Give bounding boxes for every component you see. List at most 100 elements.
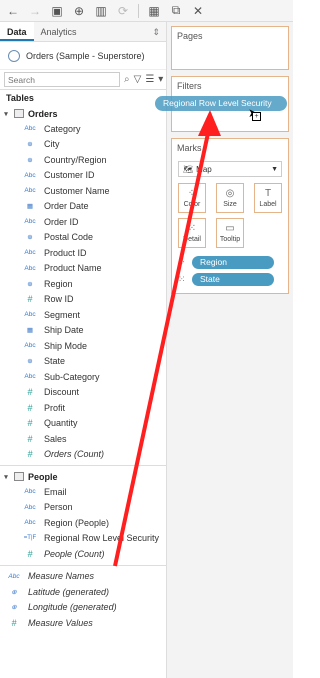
pane-menu-icon[interactable]: ⇕ [152, 22, 166, 41]
field-item[interactable]: Abc Product Name [0, 261, 166, 277]
search-icon[interactable]: ⌕ [124, 74, 130, 85]
field-item[interactable]: # Orders (Count) [0, 447, 166, 463]
pane-tabs: Data Analytics ⇕ [0, 22, 166, 42]
field-item[interactable]: Abc Order ID [0, 214, 166, 230]
globe-type-icon: ⊕ [11, 588, 17, 596]
number-type-icon: # [27, 433, 33, 444]
field-item[interactable]: # People (Count) [0, 546, 166, 562]
field-label: Region [44, 278, 73, 289]
field-label: Category [44, 123, 81, 134]
filter-icon[interactable]: ▽ [134, 74, 142, 85]
back-icon[interactable]: ← [4, 2, 22, 20]
marks-pill-row: ⁘ Region [178, 255, 274, 269]
search-input[interactable] [4, 72, 120, 87]
field-item[interactable]: Abc Sub-Category [0, 369, 166, 385]
clear-sheet-icon[interactable]: ✕ [189, 2, 207, 20]
marks-pill-row: ⁙ State [178, 272, 274, 286]
marks-title: Marks [177, 143, 202, 153]
field-item[interactable]: ▦ Ship Date [0, 323, 166, 339]
field-item[interactable]: ⊕ Region [0, 276, 166, 292]
field-item[interactable]: Abc Region (People) [0, 515, 166, 531]
table-name: Orders [28, 108, 58, 119]
field-item[interactable]: Abc Customer ID [0, 168, 166, 184]
field-item[interactable]: ⊕ State [0, 354, 166, 370]
field-item[interactable]: # Discount [0, 385, 166, 401]
field-item[interactable]: Abc Ship Mode [0, 338, 166, 354]
table-group-header[interactable]: ▾ People [0, 469, 166, 484]
refresh-icon[interactable]: ⟳ [114, 2, 132, 20]
color-icon: ⁘ [187, 188, 197, 199]
datasource-label: Orders (Sample - Superstore) [26, 50, 145, 61]
field-item[interactable]: Abc Customer Name [0, 183, 166, 199]
number-type-icon: # [27, 548, 33, 559]
field-item[interactable]: # Quantity [0, 416, 166, 432]
field-label: City [44, 139, 60, 150]
number-type-icon: # [27, 387, 33, 398]
field-label: Segment [44, 309, 81, 320]
pages-shelf[interactable]: Pages [171, 26, 289, 70]
table-group-header[interactable]: ▾ Orders [0, 106, 166, 121]
color-icon: ⁘ [178, 256, 186, 267]
caret-icon[interactable]: ▾ [2, 473, 10, 481]
field-label: Measure Names [28, 571, 95, 582]
size-button[interactable]: ◎ Size [216, 183, 244, 213]
tab-data[interactable]: Data [0, 22, 34, 41]
number-type-icon: # [27, 294, 33, 305]
field-item[interactable]: ⊕ Longitude (generated) [0, 600, 166, 616]
text-type-icon: Abc [24, 488, 36, 496]
calendar-type-icon: ▦ [26, 203, 34, 211]
forward-icon[interactable]: → [26, 2, 44, 20]
field-label: Postal Code [44, 232, 94, 243]
field-item[interactable]: Abc Measure Names [0, 569, 166, 585]
caret-icon[interactable]: ▾ [2, 110, 10, 118]
field-item[interactable]: ⊕ Country/Region [0, 152, 166, 168]
filters-title: Filters [177, 81, 202, 91]
field-item[interactable]: Abc Product ID [0, 245, 166, 261]
field-item[interactable]: # Row ID [0, 292, 166, 308]
mark-type-select[interactable]: 🗺 Map ▼ [178, 161, 282, 177]
field-item[interactable]: # Sales [0, 431, 166, 447]
pages-title: Pages [177, 31, 203, 41]
tooltip-button[interactable]: ▭ Tooltip [216, 218, 244, 248]
datasource-icon [8, 49, 20, 62]
state-pill[interactable]: State [192, 272, 274, 286]
size-label: Size [223, 201, 237, 208]
label-button[interactable]: T Label [254, 183, 282, 213]
field-item[interactable]: ⊕ Latitude (generated) [0, 584, 166, 600]
new-worksheet-icon[interactable]: ▦ [145, 2, 163, 20]
dropdown-icon[interactable]: ▾ [158, 74, 163, 85]
save-icon[interactable]: ▣ [48, 2, 66, 20]
field-item[interactable]: Abc Segment [0, 307, 166, 323]
region-pill[interactable]: Region [192, 255, 274, 269]
new-datasource-icon[interactable]: ⊕ [70, 2, 88, 20]
text-type-icon: Abc [24, 171, 36, 179]
field-label: Sub-Category [44, 371, 100, 382]
tooltip-label: Tooltip [219, 236, 241, 243]
toolbar: ← → ▣ ⊕ ▥ ⟳ ▦ ⧉ ✕ [0, 0, 293, 22]
duplicate-icon[interactable]: ⧉ [167, 2, 185, 20]
datasource-item[interactable]: Orders (Sample - Superstore) [0, 42, 166, 70]
dragged-field-pill[interactable]: Regional Row Level Security [155, 96, 287, 111]
label-icon: T [264, 188, 272, 199]
field-item[interactable]: Abc Person [0, 500, 166, 516]
shelves-pane: Pages Filters Marks 🗺 Map ▼ ⁘ Color ◎ Si… [167, 22, 293, 678]
color-button[interactable]: ⁘ Color [178, 183, 206, 213]
field-item[interactable]: # Measure Values [0, 615, 166, 631]
field-item[interactable]: =T|F Regional Row Level Security [0, 531, 166, 547]
field-item[interactable]: ⊕ Postal Code [0, 230, 166, 246]
field-label: Sales [44, 433, 67, 444]
globe-type-icon: ⊕ [27, 280, 33, 288]
field-item[interactable]: ⊕ City [0, 137, 166, 153]
view-toggle-icon[interactable]: ☰ [145, 74, 154, 85]
field-item[interactable]: ▦ Order Date [0, 199, 166, 215]
text-type-icon: Abc [24, 218, 36, 226]
field-label: Profit [44, 402, 66, 413]
detail-button[interactable]: ⁙ Detail [178, 218, 206, 248]
pause-updates-icon[interactable]: ▥ [92, 2, 110, 20]
field-item[interactable]: # Profit [0, 400, 166, 416]
tables-heading: Tables [6, 93, 34, 103]
mark-type-label: Map [196, 164, 212, 174]
tab-analytics[interactable]: Analytics [34, 22, 84, 41]
field-item[interactable]: Abc Email [0, 484, 166, 500]
field-item[interactable]: Abc Category [0, 121, 166, 137]
